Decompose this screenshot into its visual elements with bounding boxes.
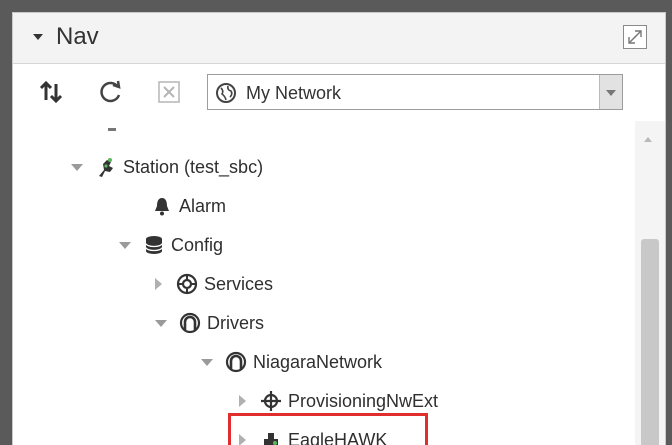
database-icon <box>143 234 165 256</box>
network-select-value: My Network <box>246 83 342 103</box>
dropdown-arrow[interactable] <box>599 75 622 109</box>
expand-arrow-icon[interactable] <box>71 163 83 171</box>
expand-arrow-icon[interactable] <box>201 358 213 366</box>
tree-node-label: Alarm <box>179 195 227 216</box>
tree-node-alarm[interactable]: Alarm <box>151 190 226 222</box>
network-select[interactable]: My Network <box>207 74 623 110</box>
tree-node-services[interactable]: Services <box>153 268 273 300</box>
scroll-up-icon[interactable] <box>644 137 652 142</box>
expand-arrow-icon[interactable] <box>155 319 167 327</box>
globe-icon <box>216 83 236 103</box>
nav-panel: Nav My Network Station (test_sbc) Alarm … <box>12 12 666 445</box>
tree-node-niagara-network[interactable]: NiagaraNetwork <box>201 346 382 378</box>
chevron-down-icon <box>606 90 616 96</box>
collapse-toggle-icon[interactable] <box>33 34 43 40</box>
tree-node-label: Config <box>171 234 224 255</box>
highlight-box <box>228 413 428 445</box>
collapsed-arrow-icon[interactable] <box>239 395 246 407</box>
services-icon <box>176 273 198 295</box>
tree-node-label: Drivers <box>207 312 264 333</box>
crosshair-icon <box>260 390 282 412</box>
nav-header: Nav <box>13 13 665 64</box>
refresh-icon <box>100 80 121 103</box>
drivers-icon <box>179 312 201 334</box>
maximize-icon <box>628 30 642 44</box>
sync-tree-button[interactable] <box>37 78 65 106</box>
scroll-thumb[interactable] <box>641 239 659 445</box>
maximize-button[interactable] <box>623 25 647 49</box>
expand-arrow-icon[interactable] <box>119 241 131 249</box>
tree-node-label: Services <box>204 273 274 294</box>
tree-node-label: Station (test_sbc) <box>123 156 264 177</box>
tree-scrollbar[interactable] <box>635 121 665 445</box>
refresh-button[interactable] <box>97 78 125 106</box>
close-button[interactable] <box>155 78 183 106</box>
tree-partial-row <box>108 128 116 131</box>
tree-node-station[interactable]: Station (test_sbc) <box>71 151 263 183</box>
nav-title: Nav <box>56 23 99 50</box>
nav-toolbar: My Network <box>13 64 665 120</box>
collapsed-arrow-icon[interactable] <box>155 278 162 290</box>
tree-node-drivers[interactable]: Drivers <box>155 307 264 339</box>
bell-icon <box>151 195 173 217</box>
nav-tree: Station (test_sbc) Alarm Config Services… <box>13 121 665 445</box>
station-icon <box>95 156 117 178</box>
tree-node-label: NiagaraNetwork <box>253 351 383 372</box>
tree-node-label: ProvisioningNwExt <box>288 390 439 411</box>
sort-arrows-icon <box>39 80 63 104</box>
tree-node-config[interactable]: Config <box>119 229 223 261</box>
close-box-icon <box>158 81 180 103</box>
network-icon <box>225 351 247 373</box>
